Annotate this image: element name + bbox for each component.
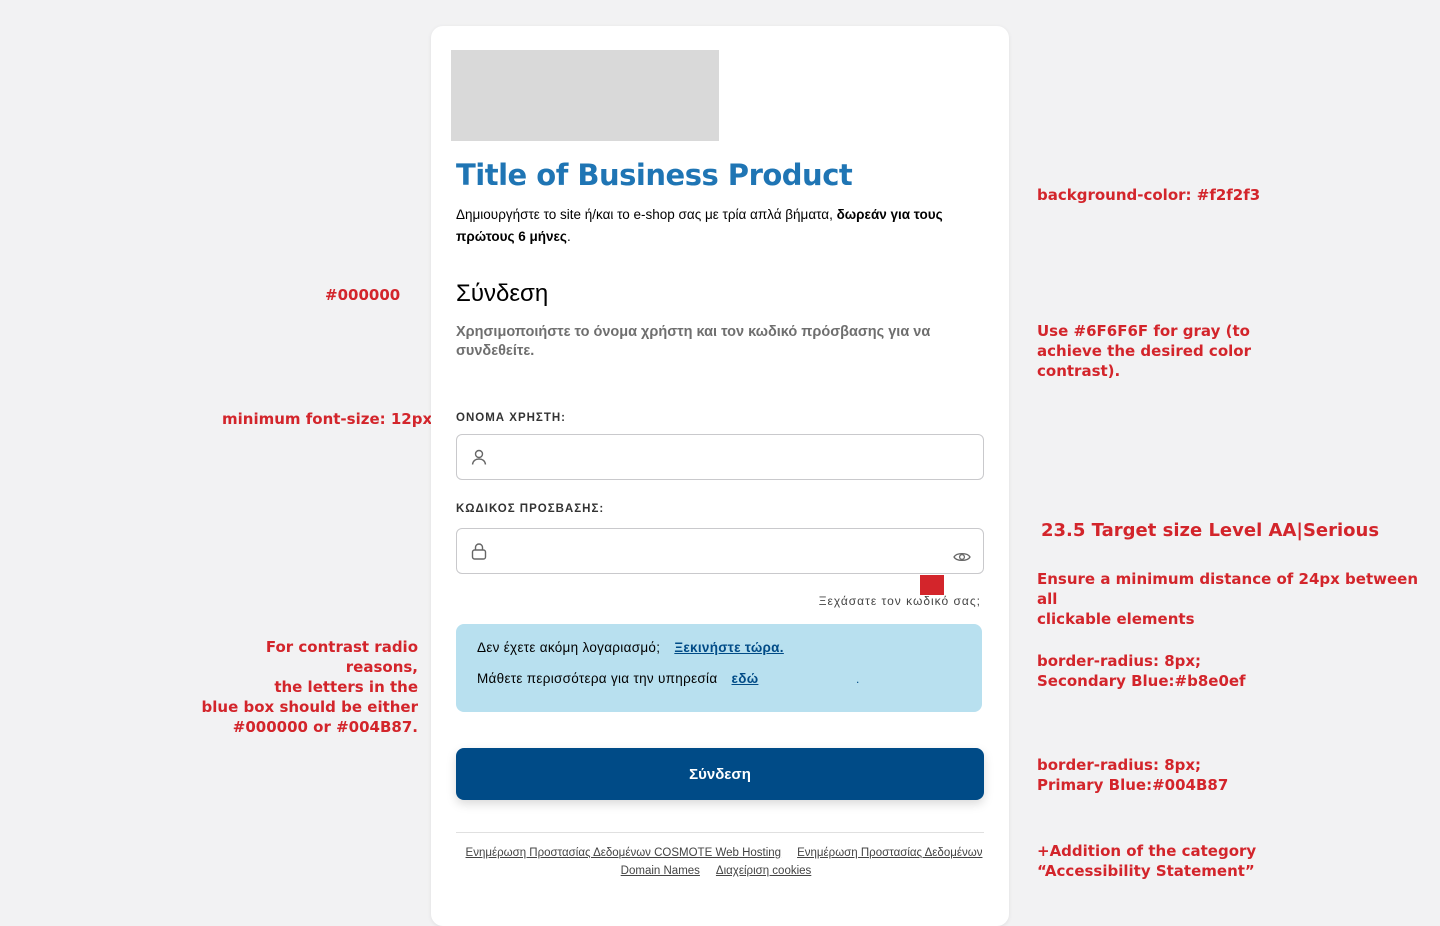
eye-icon[interactable]	[953, 550, 971, 564]
annotation-secondary-box: border-radius: 8px; Secondary Blue:#b8e0…	[1037, 651, 1246, 691]
annotation-background-color: background-color: #f2f2f3	[1037, 186, 1261, 204]
annotation-primary-button: border-radius: 8px; Primary Blue:#004B87	[1037, 755, 1228, 795]
annotation-min-font-size: minimum font-size: 12px	[222, 410, 433, 428]
annotation-target-size-desc: Ensure a minimum distance of 24px betwee…	[1037, 569, 1440, 629]
info-box: Δεν έχετε ακόμη λογαριασμό; Ξεκινήστε τώ…	[456, 624, 982, 712]
annotation-gray-usage: Use #6F6F6F for gray (to achieve the des…	[1037, 321, 1251, 381]
annotation-line: Secondary Blue:#b8e0ef	[1037, 672, 1246, 690]
password-field[interactable]	[456, 528, 984, 575]
forgot-password-link[interactable]: Ξεχάσατε τον κωδικό σας;	[819, 594, 981, 608]
lock-icon	[471, 543, 487, 560]
annotation-line: Ensure a minimum distance of 24px betwee…	[1037, 570, 1419, 608]
annotation-line: the letters in the	[274, 678, 418, 696]
password-input[interactable]	[497, 529, 941, 575]
password-label: ΚΩΔΙΚΟΣ ΠΡΟΣΒΑΣΗΣ:	[456, 503, 605, 515]
annotation-line: contrast).	[1037, 362, 1121, 380]
login-help-text: Χρησιμοποιήστε το όνομα χρήστη και τον κ…	[456, 324, 931, 359]
annotation-line: clickable elements	[1037, 610, 1195, 628]
annotation-line: For contrast radio reasons,	[265, 638, 418, 676]
annotation-black-color: #000000	[325, 286, 401, 304]
username-field[interactable]	[456, 434, 984, 481]
annotation-target-size-title: 23.5 Target size Level AA|Serious	[1041, 520, 1380, 541]
annotation-contrast-radio: For contrast radio reasons, the letters …	[190, 637, 418, 737]
start-now-link[interactable]: Ξεκινήστε τώρα.	[674, 640, 784, 655]
logo-placeholder	[451, 50, 719, 141]
annotation-line: border-radius: 8px;	[1037, 652, 1202, 670]
annotation-line: Primary Blue:#004B87	[1037, 776, 1229, 794]
no-account-line: Δεν έχετε ακόμη λογαριασμό; Ξεκινήστε τώ…	[477, 640, 784, 655]
product-title: Title of Business Product	[456, 158, 853, 192]
annotation-line: +Addition of the category	[1037, 842, 1257, 860]
footer-link-cookies[interactable]: Διαχείριση cookies	[716, 865, 811, 877]
annotation-line: “Accessibility Statement”	[1037, 862, 1255, 880]
annotation-line: #000000 or #004B87.	[232, 718, 418, 736]
footer-links: Ενημέρωση Προστασίας Δεδομένων COSMOTE W…	[456, 844, 984, 880]
info-dot: .	[856, 672, 860, 686]
target-size-marker	[920, 575, 944, 595]
learn-more-line: Μάθετε περισσότερα για την υπηρεσία εδώ	[477, 671, 758, 686]
no-account-text: Δεν έχετε ακόμη λογαριασμό;	[477, 640, 661, 655]
username-input[interactable]	[497, 435, 941, 481]
annotation-line: Use #6F6F6F for gray (to	[1037, 322, 1250, 340]
annotation-line: blue box should be either	[201, 698, 418, 716]
footer-link-web-hosting-privacy[interactable]: Ενημέρωση Προστασίας Δεδομένων COSMOTE W…	[466, 847, 782, 859]
annotation-accessibility: +Addition of the category “Accessibility…	[1037, 841, 1256, 881]
user-icon	[471, 449, 487, 465]
annotation-line: border-radius: 8px;	[1037, 756, 1202, 774]
login-card: Title of Business Product Δημιουργήστε τ…	[431, 26, 1009, 926]
footer-divider	[456, 832, 984, 833]
learn-more-text: Μάθετε περισσότερα για την υπηρεσία	[477, 671, 718, 686]
username-label: ΟΝΟΜΑ ΧΡΗΣΤΗ:	[456, 412, 566, 424]
intro-text-regular: Δημιουργήστε το site ή/και το e-shop σας…	[456, 207, 837, 222]
login-submit-button[interactable]: Σύνδεση	[456, 748, 984, 800]
annotation-line: achieve the desired color	[1037, 342, 1251, 360]
intro-text-end: .	[566, 229, 571, 244]
intro-text: Δημιουργήστε το site ή/και το e-shop σας…	[456, 204, 996, 248]
here-link[interactable]: εδώ	[732, 671, 759, 686]
login-heading: Σύνδεση	[456, 280, 549, 307]
